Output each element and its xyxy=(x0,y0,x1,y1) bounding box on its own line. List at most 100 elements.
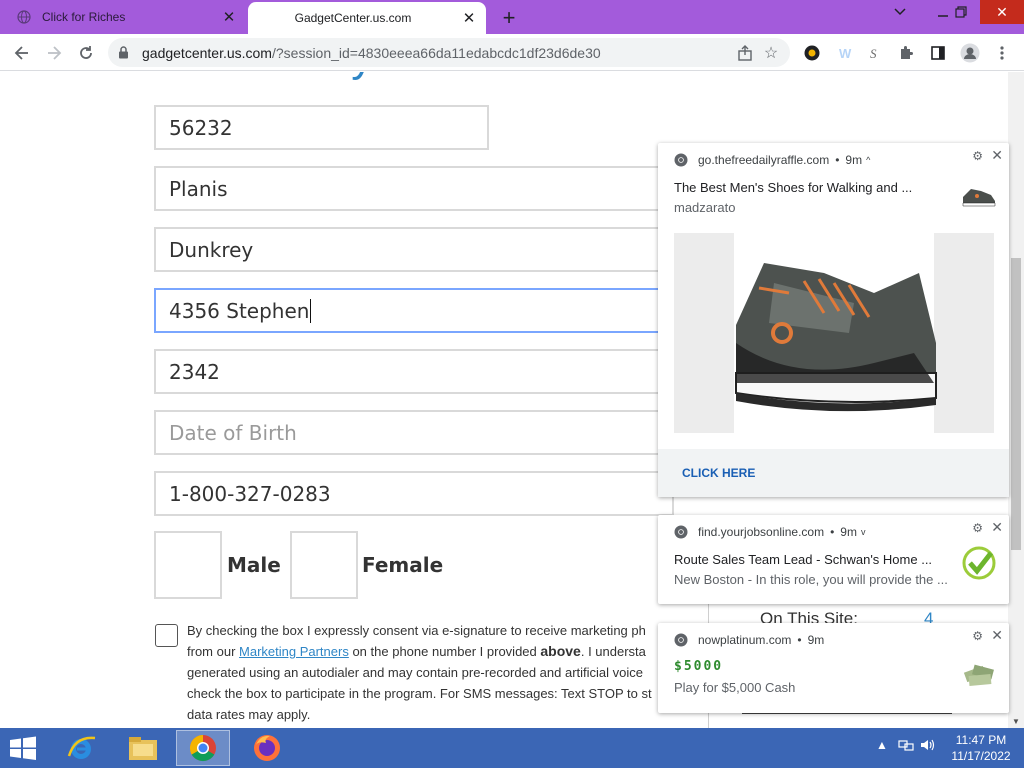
profile-avatar-icon[interactable] xyxy=(958,41,982,65)
male-checkbox[interactable] xyxy=(154,531,222,599)
volume-icon[interactable] xyxy=(920,738,936,755)
chrome-taskbar-icon[interactable] xyxy=(176,730,230,766)
collapse-chevron-icon[interactable]: ^ xyxy=(866,155,870,165)
street-number-field[interactable]: 2342 xyxy=(154,349,674,394)
network-icon[interactable] xyxy=(898,738,914,755)
share-icon[interactable] xyxy=(732,40,758,66)
lock-icon[interactable] xyxy=(118,46,132,59)
tab-search-chevron-icon[interactable] xyxy=(883,0,917,24)
page-scrollbar[interactable]: ▼ xyxy=(1008,72,1024,728)
scrollbar-thumb[interactable] xyxy=(1011,258,1021,550)
phone-field[interactable]: 1-800-327-0283 xyxy=(154,471,674,516)
close-icon[interactable]: ✕ xyxy=(991,519,1003,536)
male-label: Male xyxy=(227,553,281,577)
notification-header: nowplatinum.com • 9m xyxy=(674,633,824,647)
show-hidden-icons-icon[interactable]: ▲ xyxy=(876,738,888,752)
notification-source: find.yourjobsonline.com xyxy=(698,525,825,539)
click-here-button[interactable]: CLICK HERE xyxy=(658,449,1009,497)
notification-age: 9m xyxy=(845,153,863,167)
field-value: Dunkrey xyxy=(169,237,254,262)
side-panel-icon[interactable] xyxy=(926,41,950,65)
globe-icon xyxy=(16,9,32,25)
bookmark-star-icon[interactable]: ☆ xyxy=(758,40,784,66)
window-close-button[interactable]: ✕ xyxy=(980,0,1024,24)
field-value: 4356 Stephen xyxy=(169,298,310,323)
consent-line: generated using an autodialer and may co… xyxy=(187,665,644,680)
consent-checkbox[interactable] xyxy=(155,624,178,647)
page-heading: Please enter your information below xyxy=(92,72,794,82)
close-tab-icon[interactable]: ✕ xyxy=(218,6,240,28)
url-text: gadgetcenter.us.com/?session_id=4830eeea… xyxy=(142,45,732,61)
windows-start-icon[interactable] xyxy=(8,736,38,760)
gear-icon[interactable]: ⚙ xyxy=(972,521,983,535)
expand-chevron-icon[interactable]: v xyxy=(861,527,866,537)
consent-text: By checking the box I expressly consent … xyxy=(187,620,657,725)
notification-jobs[interactable]: find.yourjobsonline.com • 9m v ⚙ ✕ Route… xyxy=(658,515,1009,604)
svg-text:W: W xyxy=(839,46,852,61)
marketing-partners-link[interactable]: Marketing Partners xyxy=(239,644,349,659)
notification-platinum[interactable]: nowplatinum.com • 9m ⚙ ✕ $5000 Play for … xyxy=(658,623,1009,713)
reload-button[interactable] xyxy=(72,39,100,67)
extension-w-icon[interactable]: W xyxy=(832,41,856,65)
cash-pile-thumbnail xyxy=(963,664,994,686)
date-of-birth-field[interactable]: Date of Birth xyxy=(154,410,674,455)
consent-line: By checking the box I expressly consent … xyxy=(187,623,646,638)
zip-code-field[interactable]: 56232 xyxy=(154,105,489,150)
female-checkbox[interactable] xyxy=(290,531,358,599)
separator-dot: • xyxy=(797,633,802,647)
shoe-image xyxy=(674,233,994,433)
notification-title: $5000 xyxy=(674,659,723,674)
extension-s-icon[interactable]: S xyxy=(862,41,886,65)
checkmark-icon xyxy=(962,546,996,580)
first-name-field[interactable]: Planis xyxy=(154,166,674,211)
field-value: 56232 xyxy=(169,115,233,140)
forward-button[interactable] xyxy=(40,39,68,67)
more-menu-icon[interactable] xyxy=(990,41,1014,65)
back-button[interactable] xyxy=(8,39,36,67)
file-explorer-icon[interactable] xyxy=(116,730,170,766)
consent-bold-text: above xyxy=(540,643,581,659)
separator-dot: • xyxy=(830,525,835,539)
close-icon[interactable]: ✕ xyxy=(991,627,1003,644)
address-bar[interactable]: gadgetcenter.us.com/?session_id=4830eeea… xyxy=(108,38,790,67)
gear-icon[interactable]: ⚙ xyxy=(972,629,983,643)
url-host: gadgetcenter.us.com xyxy=(142,44,272,61)
shoe-thumbnail xyxy=(962,189,996,207)
last-name-field[interactable]: Dunkrey xyxy=(154,227,674,272)
notification-header: go.thefreedailyraffle.com • 9m ^ xyxy=(674,153,870,167)
extensions-puzzle-icon[interactable] xyxy=(894,41,918,65)
notification-source: nowplatinum.com xyxy=(698,633,792,647)
tab-title: GadgetCenter.us.com xyxy=(294,11,412,25)
firefox-icon[interactable] xyxy=(240,730,294,766)
field-value: 2342 xyxy=(169,359,220,384)
tab-click-for-riches[interactable]: Click for Riches ✕ xyxy=(6,0,246,34)
restore-button[interactable] xyxy=(944,0,978,24)
gear-icon[interactable]: ⚙ xyxy=(972,149,983,163)
address-field[interactable]: 4356 Stephen xyxy=(154,288,674,333)
field-value: Planis xyxy=(169,176,228,201)
chrome-small-icon xyxy=(674,153,688,167)
notification-shoes[interactable]: go.thefreedailyraffle.com • 9m ^ ⚙ ✕ The… xyxy=(658,143,1009,497)
close-icon[interactable]: ✕ xyxy=(991,147,1003,164)
consent-text-segment: on the phone number I provided xyxy=(348,644,541,659)
notification-body: madzarato xyxy=(674,200,736,215)
close-tab-icon[interactable]: ✕ xyxy=(458,7,480,29)
browser-toolbar: gadgetcenter.us.com/?session_id=4830eeea… xyxy=(0,34,1024,71)
tab-gadgetcenter[interactable]: GadgetCenter.us.com ✕ xyxy=(248,2,486,34)
notification-title-text: $5000 xyxy=(674,659,724,674)
taskbar-clock[interactable]: 11:47 PM 11/17/2022 xyxy=(945,732,1017,764)
notification-title: Route Sales Team Lead - Schwan's Home ..… xyxy=(674,552,933,567)
chrome-small-icon xyxy=(674,633,688,647)
text-caret xyxy=(310,298,312,323)
tab-title: Click for Riches xyxy=(42,10,126,24)
scroll-down-arrow-icon[interactable]: ▼ xyxy=(1012,717,1020,726)
new-tab-button[interactable]: + xyxy=(497,5,521,30)
windows-taskbar: ▲ 11:47 PM 11/17/2022 xyxy=(0,728,1024,768)
consent-line: from our Marketing Partners on the phone… xyxy=(187,641,657,662)
internet-explorer-icon[interactable] xyxy=(54,730,108,766)
consent-line: data rates may apply. xyxy=(187,707,311,722)
svg-text:S: S xyxy=(870,46,877,61)
extension-camera-icon[interactable] xyxy=(800,41,824,65)
consent-line: check the box to participate in the prog… xyxy=(187,686,652,701)
consent-text-segment: . I understa xyxy=(580,644,646,659)
